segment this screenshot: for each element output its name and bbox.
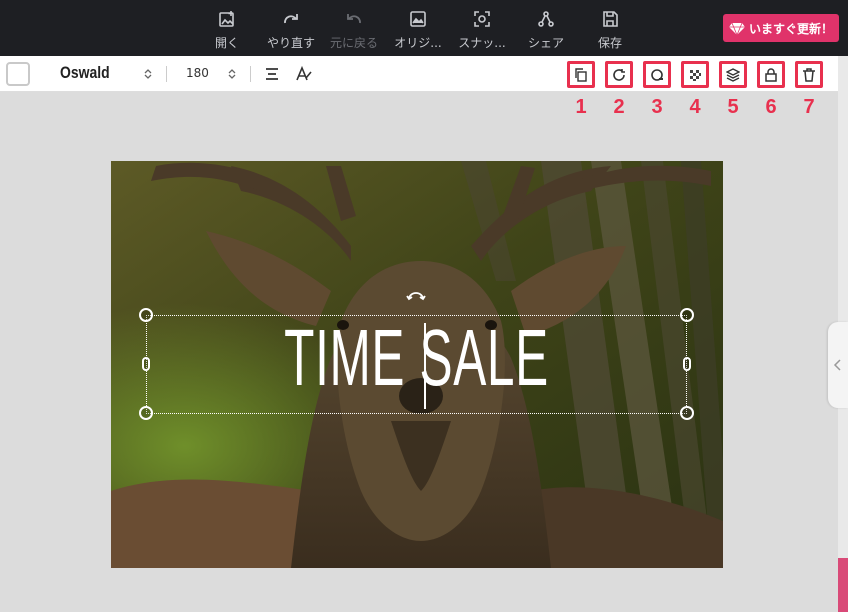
share-label: シェア bbox=[527, 36, 564, 50]
original-button[interactable]: オリジ... bbox=[386, 10, 450, 52]
font-select[interactable]: Oswald bbox=[60, 63, 139, 85]
transparency-button[interactable] bbox=[681, 61, 709, 88]
canvas-text[interactable]: TIME SALE bbox=[249, 308, 584, 408]
undo-button[interactable]: 元に戻る bbox=[322, 10, 386, 52]
upgrade-label: いますぐ更新！ bbox=[748, 21, 833, 36]
redo-icon bbox=[284, 14, 298, 24]
side-panel-toggle[interactable] bbox=[828, 322, 848, 408]
text-style-icon[interactable] bbox=[295, 65, 313, 83]
delete-button[interactable] bbox=[795, 61, 823, 88]
chevron-left-icon bbox=[833, 359, 841, 371]
resize-handle-bottom-right[interactable] bbox=[680, 406, 694, 420]
callout-number: 5 bbox=[727, 96, 739, 118]
redo-button[interactable]: やり直す bbox=[259, 10, 323, 52]
open-image-icon bbox=[219, 11, 234, 27]
align-center-icon[interactable] bbox=[263, 65, 281, 83]
rotate-icon bbox=[613, 68, 625, 81]
layers-icon bbox=[726, 67, 740, 82]
text-toolbar: Oswald 180 bbox=[0, 56, 838, 92]
snapshot-label: スナッ... bbox=[458, 36, 506, 50]
callout-number: 4 bbox=[689, 96, 701, 118]
rotate-handle-icon[interactable] bbox=[405, 289, 427, 303]
text-cursor bbox=[424, 323, 426, 409]
upgrade-button[interactable]: いますぐ更新！ bbox=[723, 14, 839, 42]
text-color-swatch[interactable] bbox=[6, 62, 30, 86]
share-button[interactable]: シェア bbox=[514, 10, 578, 52]
callout-number: 2 bbox=[613, 96, 625, 118]
open-label: 開く bbox=[214, 36, 239, 50]
original-label: オリジ... bbox=[394, 36, 442, 50]
redo-label: やり直す bbox=[266, 36, 315, 50]
rotate-button[interactable] bbox=[605, 61, 633, 88]
original-image-icon bbox=[410, 11, 426, 27]
callout-number: 1 bbox=[575, 96, 587, 118]
share-icon bbox=[538, 11, 554, 27]
undo-label: 元に戻る bbox=[329, 36, 378, 50]
shape-button[interactable] bbox=[643, 61, 671, 88]
callout-number: 6 bbox=[765, 96, 777, 118]
divider bbox=[250, 66, 251, 82]
delete-icon bbox=[803, 67, 815, 82]
lock-icon bbox=[765, 67, 777, 82]
resize-handle-right[interactable] bbox=[683, 357, 691, 371]
snapshot-icon bbox=[474, 11, 490, 27]
undo-icon bbox=[347, 14, 361, 24]
divider bbox=[166, 66, 167, 82]
diamond-icon bbox=[728, 22, 745, 35]
layers-button[interactable] bbox=[719, 61, 747, 88]
save-button[interactable]: 保存 bbox=[578, 10, 642, 52]
resize-handle-bottom-left[interactable] bbox=[139, 406, 153, 420]
font-spinner-icon[interactable] bbox=[144, 68, 152, 80]
duplicate-button[interactable] bbox=[567, 61, 595, 88]
top-toolbar: 開く やり直す 元に戻る オリジ... スナッ... シェア 保存 いますぐ更新… bbox=[0, 0, 848, 56]
open-button[interactable]: 開く bbox=[195, 10, 259, 52]
callout-number: 7 bbox=[803, 96, 815, 118]
save-label: 保存 bbox=[597, 36, 622, 50]
lock-button[interactable] bbox=[757, 61, 785, 88]
shape-icon bbox=[651, 68, 663, 81]
resize-handle-left[interactable] bbox=[142, 357, 150, 371]
size-spinner-icon[interactable] bbox=[228, 68, 236, 80]
duplicate-icon bbox=[575, 67, 587, 82]
snapshot-button[interactable]: スナッ... bbox=[450, 10, 514, 52]
resize-handle-top-left[interactable] bbox=[139, 308, 153, 322]
save-icon bbox=[603, 11, 618, 27]
resize-handle-top-right[interactable] bbox=[680, 308, 694, 322]
transparency-icon bbox=[690, 69, 701, 81]
font-size-value[interactable]: 180 bbox=[186, 66, 209, 80]
scrollbar-thumb[interactable] bbox=[838, 558, 848, 612]
callout-number: 3 bbox=[651, 96, 663, 118]
